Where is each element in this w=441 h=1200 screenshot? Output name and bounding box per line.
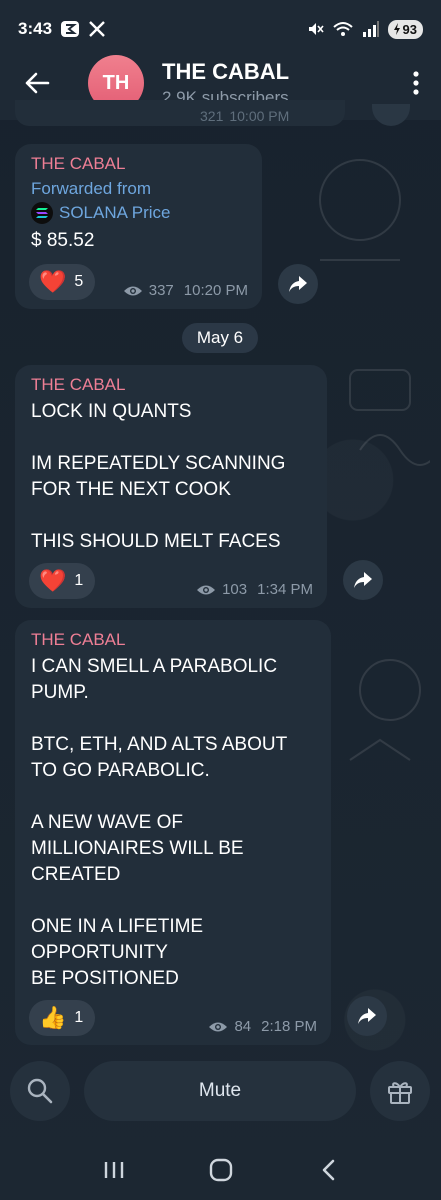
- reaction-chip[interactable]: ❤️ 5: [29, 264, 96, 300]
- system-back-button[interactable]: [298, 1145, 358, 1195]
- forward-button[interactable]: [347, 996, 387, 1036]
- home-icon: [209, 1158, 232, 1182]
- message-time: 10:00 PM: [229, 108, 290, 124]
- view-count: 84: [234, 1018, 252, 1035]
- view-count: 337: [148, 282, 174, 299]
- heart-emoji-icon: ❤️: [39, 269, 67, 294]
- mute-button[interactable]: Mute: [84, 1061, 356, 1121]
- message-text: LOCK IN QUANTS IM REPEATEDLY SCANNING FO…: [31, 401, 286, 552]
- eye-icon: [123, 286, 142, 295]
- forwarded-from-label: Forwarded from: [31, 179, 151, 198]
- home-button[interactable]: [191, 1145, 251, 1195]
- status-time: 3:43: [18, 19, 53, 38]
- mute-label: Mute: [198, 1080, 242, 1101]
- share-arrow-icon: [354, 572, 372, 588]
- reaction-chip[interactable]: ❤️ 1: [29, 563, 96, 599]
- view-count: 103: [222, 581, 248, 598]
- message-time: 2:18 PM: [261, 1018, 317, 1035]
- arrow-left-icon: [25, 72, 50, 94]
- message-meta: 103 1:34 PM: [196, 581, 313, 598]
- forwarded-source-name: SOLANA Price: [59, 203, 171, 222]
- kebab-menu-icon: [413, 71, 419, 95]
- doodle-decoration: [349, 369, 430, 466]
- mute-icon: [306, 20, 324, 38]
- system-nav-bar: [0, 1140, 441, 1200]
- channel-name: THE CABAL: [162, 58, 290, 84]
- share-arrow-icon: [358, 1008, 376, 1024]
- recent-apps-button[interactable]: [84, 1145, 144, 1195]
- message-sender: THE CABAL: [31, 630, 126, 649]
- reaction-chip[interactable]: 👍 1: [29, 1000, 96, 1036]
- message-sender: THE CABAL: [31, 154, 126, 173]
- battery-level: 93: [402, 21, 417, 37]
- message-meta: 337 10:20 PM: [123, 282, 248, 299]
- gift-button[interactable]: [370, 1061, 430, 1121]
- forward-button[interactable]: [278, 264, 318, 304]
- message-text: I CAN SMELL A PARABOLIC PUMP. BTC, ETH, …: [31, 656, 288, 989]
- message-text: $ 85.52: [31, 230, 95, 251]
- heart-emoji-icon: ❤️: [39, 568, 67, 593]
- solana-logo-icon: [31, 202, 53, 224]
- eye-icon: [209, 1022, 228, 1031]
- app-notification-icon: [60, 20, 80, 38]
- message-bubble[interactable]: THE CABAL LOCK IN QUANTS IM REPEATEDLY S…: [15, 365, 327, 608]
- forwarded-source[interactable]: SOLANA Price: [31, 202, 246, 224]
- battery-icon: 93: [387, 19, 423, 39]
- date-separator: May 6: [182, 323, 258, 353]
- chevron-left-icon: [322, 1159, 334, 1181]
- wifi-icon: [332, 20, 354, 38]
- message-sender: THE CABAL: [31, 375, 126, 394]
- avatar-initials: TH: [102, 71, 130, 94]
- doodle-decoration: [349, 659, 421, 761]
- previous-message-bubble[interactable]: [15, 100, 345, 126]
- bottom-bar: Mute: [0, 1055, 441, 1127]
- message-time: 10:20 PM: [183, 282, 248, 299]
- thumbs-up-emoji-icon: 👍: [39, 1005, 67, 1030]
- doodle-decoration: [319, 159, 401, 261]
- signal-icon: [362, 20, 380, 38]
- message-meta: 84 2:18 PM: [208, 1018, 317, 1035]
- message-bubble[interactable]: THE CABAL Forwarded from SOLANA Price $ …: [15, 144, 262, 309]
- view-count: 321: [200, 108, 224, 124]
- previous-message-meta: 321 10:00 PM: [200, 108, 289, 124]
- x-logo-icon: [88, 20, 106, 38]
- message-time: 1:34 PM: [257, 581, 313, 598]
- message-bubble[interactable]: THE CABAL I CAN SMELL A PARABOLIC PUMP. …: [15, 620, 331, 1045]
- gift-icon: [388, 1082, 412, 1104]
- share-arrow-icon: [289, 276, 307, 292]
- eye-icon: [197, 585, 216, 594]
- search-button[interactable]: [10, 1061, 70, 1121]
- recent-apps-icon: [104, 1162, 123, 1178]
- search-icon: [27, 1078, 53, 1104]
- reaction-count: 1: [74, 1009, 84, 1026]
- reaction-count: 1: [74, 572, 84, 589]
- forward-button[interactable]: [343, 560, 383, 600]
- reaction-count: 5: [74, 273, 84, 290]
